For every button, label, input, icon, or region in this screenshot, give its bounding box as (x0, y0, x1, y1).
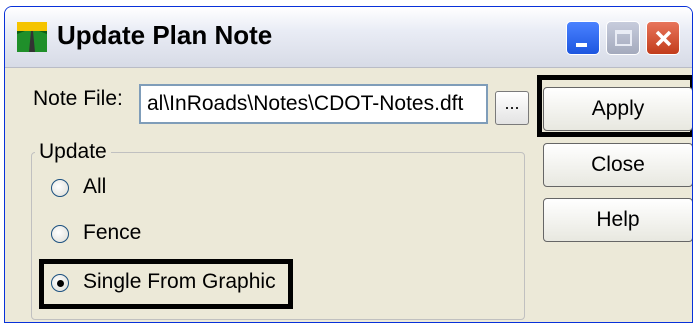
help-button[interactable]: Help (543, 198, 692, 242)
radio-button-checked-icon[interactable] (51, 274, 69, 292)
close-icon (655, 30, 672, 47)
note-file-input[interactable]: al\InRoads\Notes\CDOT-Notes.dft (139, 84, 488, 124)
update-plan-note-dialog: Update Plan Note Note File: al\InRoads\N… (4, 6, 693, 323)
note-file-label: Note File: (33, 87, 123, 110)
title-bar[interactable]: Update Plan Note (5, 7, 692, 68)
maximize-button[interactable] (606, 21, 640, 55)
inroads-landscape-icon (17, 22, 47, 52)
maximize-icon (615, 30, 632, 46)
minimize-button[interactable] (566, 21, 600, 55)
radio-fence-label: Fence (83, 221, 142, 244)
update-group-label: Update (35, 140, 111, 164)
radio-all-label: All (83, 175, 107, 198)
browse-button[interactable]: ... (495, 91, 529, 125)
minimize-icon (576, 43, 587, 47)
radio-button-icon[interactable] (51, 225, 69, 243)
radio-button-icon[interactable] (51, 179, 69, 197)
close-window-button[interactable] (646, 21, 680, 55)
close-button[interactable]: Close (543, 143, 692, 187)
apply-button[interactable]: Apply (543, 87, 692, 131)
window-title: Update Plan Note (57, 20, 273, 50)
radio-single-label: Single From Graphic (83, 270, 276, 293)
